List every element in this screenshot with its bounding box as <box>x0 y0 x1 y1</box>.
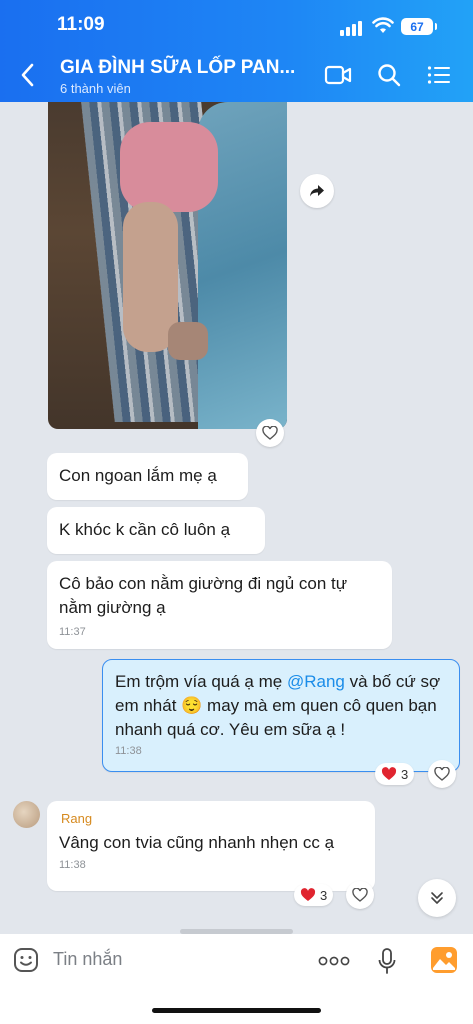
sender-name[interactable]: Rang <box>47 801 375 826</box>
message-time: 11:38 <box>115 745 142 757</box>
video-call-icon[interactable] <box>324 64 352 86</box>
message-bubble[interactable]: Rang Vâng con tvia cũng nhanh nhẹn cc ạ … <box>47 801 375 891</box>
reaction-number: 3 <box>401 766 409 782</box>
home-indicator <box>152 1008 321 1013</box>
wifi-icon <box>372 17 394 33</box>
more-options-icon[interactable] <box>318 956 350 966</box>
gallery-icon[interactable] <box>430 946 458 974</box>
message-text: K khóc k cần cô luôn ạ <box>59 520 231 539</box>
mention-link[interactable]: @Rang <box>287 672 345 691</box>
react-heart-button[interactable] <box>428 760 456 788</box>
avatar[interactable] <box>13 801 40 828</box>
message-input[interactable]: Tin nhắn <box>53 949 122 970</box>
reaction-number: 3 <box>320 887 328 903</box>
scroll-down-button[interactable] <box>418 879 456 917</box>
message-bubble[interactable]: K khóc k cần cô luôn ạ <box>47 507 265 554</box>
double-chevron-down-icon <box>431 892 443 904</box>
photo-baby-feet <box>168 322 208 360</box>
react-heart-button[interactable] <box>256 419 284 447</box>
signal-icon <box>340 21 362 36</box>
message-text-part: Em trộm vía quá ạ mẹ <box>115 672 287 691</box>
message-text: Em trộm vía quá ạ mẹ @Rang và bố cứ sợ e… <box>103 660 459 742</box>
photo-message[interactable] <box>48 102 287 429</box>
heart-outline-icon <box>262 426 278 440</box>
sticker-icon[interactable] <box>13 947 39 973</box>
message-bubble[interactable]: Con ngoan lắm mẹ ạ <box>47 453 248 500</box>
status-time: 11:09 <box>57 14 105 35</box>
heart-filled-icon <box>381 767 397 780</box>
heart-outline-icon <box>352 888 368 902</box>
reaction-count[interactable]: 3 <box>375 763 415 785</box>
my-message-bubble[interactable]: Em trộm vía quá ạ mẹ @Rang và bố cứ sợ e… <box>102 659 460 772</box>
search-icon[interactable] <box>377 63 401 87</box>
reaction-count[interactable]: 3 <box>294 884 334 906</box>
share-arrow-icon <box>310 185 324 197</box>
menu-list-icon[interactable] <box>427 65 451 85</box>
chat-header: 11:09 67 GIA ĐÌNH SỮA LỐP PAN... 6 thành… <box>0 0 473 102</box>
member-count[interactable]: 6 thành viên <box>60 81 131 96</box>
chat-title[interactable]: GIA ĐÌNH SỮA LỐP PAN... <box>60 57 295 79</box>
battery-icon: 67 <box>401 18 437 35</box>
back-arrow-icon[interactable] <box>20 63 34 87</box>
heart-filled-icon <box>300 888 316 901</box>
photo-baby <box>120 122 218 212</box>
message-time: 11:38 <box>59 859 86 871</box>
share-button[interactable] <box>300 174 334 208</box>
message-bubble[interactable]: Cô bảo con nằm giường đi ngủ con tự nằm … <box>47 561 392 649</box>
message-time: 11:37 <box>59 626 86 638</box>
microphone-icon[interactable] <box>377 947 397 975</box>
heart-outline-icon <box>434 767 450 781</box>
message-text: Cô bảo con nằm giường đi ngủ con tự nằm … <box>59 574 348 617</box>
message-text: Con ngoan lắm mẹ ạ <box>59 466 217 485</box>
message-text: Vâng con tvia cũng nhanh nhẹn cc ạ <box>59 833 335 852</box>
react-heart-button[interactable] <box>346 881 374 909</box>
